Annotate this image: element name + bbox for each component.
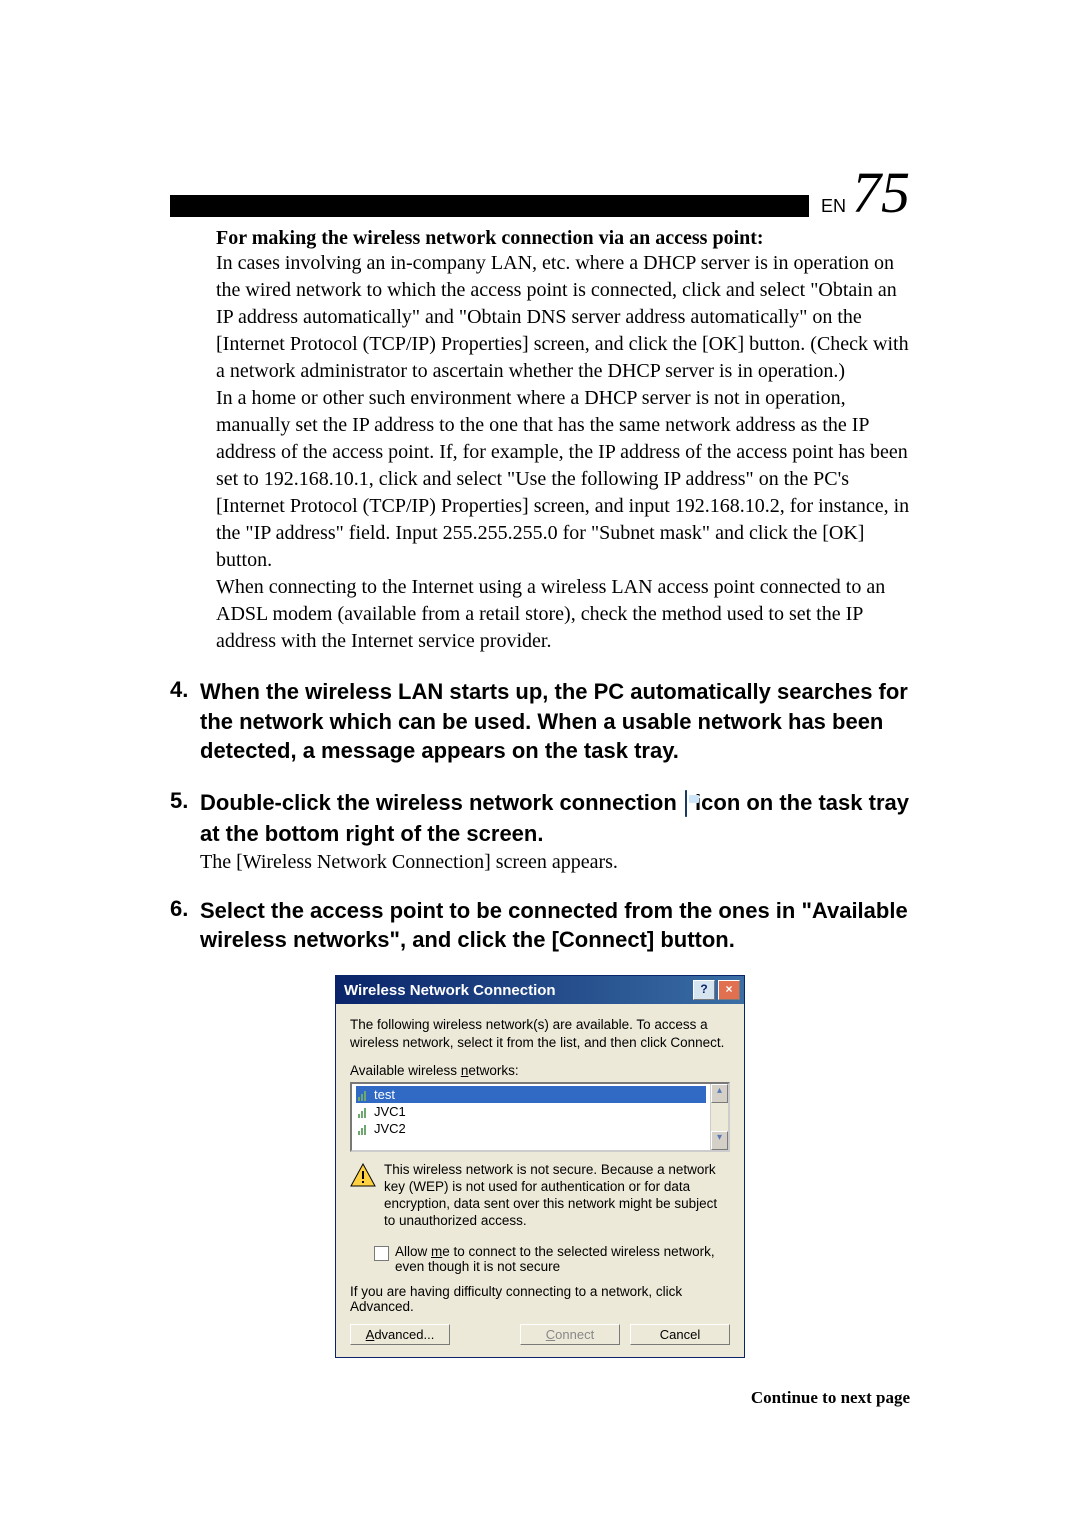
step-5-sub: The [Wireless Network Connection] screen… xyxy=(200,851,910,874)
section-p3: When connecting to the Internet using a … xyxy=(216,574,910,655)
list-label: Available wireless networks: xyxy=(350,1063,730,1078)
list-item[interactable]: JVC1 xyxy=(356,1103,706,1120)
page-number-large: 75 xyxy=(852,170,910,216)
allow-checkbox-row[interactable]: Allow me to connect to the selected wire… xyxy=(374,1244,730,1274)
signal-icon xyxy=(358,1089,368,1101)
list-item[interactable]: JVC2 xyxy=(356,1120,706,1137)
advanced-text: If you are having difficulty connecting … xyxy=(350,1284,730,1314)
help-button[interactable]: ? xyxy=(693,980,715,1000)
step-6-num: 6. xyxy=(170,896,200,955)
wireless-dialog: Wireless Network Connection ? × The foll… xyxy=(335,975,745,1358)
scroll-up-icon[interactable]: ▴ xyxy=(711,1084,728,1103)
step-4: 4. When the wireless LAN starts up, the … xyxy=(170,677,910,766)
dialog-intro: The following wireless network(s) are av… xyxy=(350,1016,730,1051)
scrollbar[interactable]: ▴ ▾ xyxy=(710,1084,728,1150)
networks-listbox[interactable]: test JVC1 JVC2 ▴ ▾ xyxy=(350,1082,730,1152)
step-5-text: Double-click the wireless network connec… xyxy=(200,788,910,849)
section-p1: In cases involving an in-company LAN, et… xyxy=(216,250,910,385)
step-5-text-a: Double-click the wireless network connec… xyxy=(200,790,677,815)
step-5: 5. Double-click the wireless network con… xyxy=(170,788,910,874)
step-4-num: 4. xyxy=(170,677,200,766)
wireless-tray-icon xyxy=(685,789,687,819)
step-4-text: When the wireless LAN starts up, the PC … xyxy=(200,677,910,766)
list-item-label: JVC2 xyxy=(374,1121,406,1136)
step-6: 6. Select the access point to be connect… xyxy=(170,896,910,955)
list-item[interactable]: test xyxy=(356,1086,706,1103)
section-p2: In a home or other such environment wher… xyxy=(216,385,910,574)
dialog-titlebar: Wireless Network Connection ? × xyxy=(336,976,744,1004)
continue-footer: Continue to next page xyxy=(751,1388,910,1408)
dialog-title: Wireless Network Connection xyxy=(344,982,693,999)
advanced-button[interactable]: Advanced... xyxy=(350,1324,450,1345)
warning-text: This wireless network is not secure. Bec… xyxy=(384,1162,730,1230)
page-number: EN 75 xyxy=(821,170,910,217)
section-heading: For making the wireless network connecti… xyxy=(216,227,910,250)
list-item-label: JVC1 xyxy=(374,1104,406,1119)
warning-icon xyxy=(350,1162,376,1188)
cancel-button[interactable]: Cancel xyxy=(630,1324,730,1345)
close-button[interactable]: × xyxy=(718,980,740,1000)
checkbox-label: Allow me to connect to the selected wire… xyxy=(395,1244,730,1274)
signal-icon xyxy=(358,1106,368,1118)
header-bar: EN 75 xyxy=(170,170,910,217)
scroll-down-icon[interactable]: ▾ xyxy=(711,1131,728,1150)
list-item-label: test xyxy=(374,1087,395,1102)
black-rule xyxy=(170,195,809,217)
scroll-track[interactable] xyxy=(711,1103,728,1131)
connect-button[interactable]: Connect xyxy=(520,1324,620,1345)
step-5-num: 5. xyxy=(170,788,200,874)
step-6-text: Select the access point to be connected … xyxy=(200,896,910,955)
signal-icon xyxy=(358,1123,368,1135)
page-label-small: EN xyxy=(821,196,846,217)
checkbox[interactable] xyxy=(374,1246,389,1261)
